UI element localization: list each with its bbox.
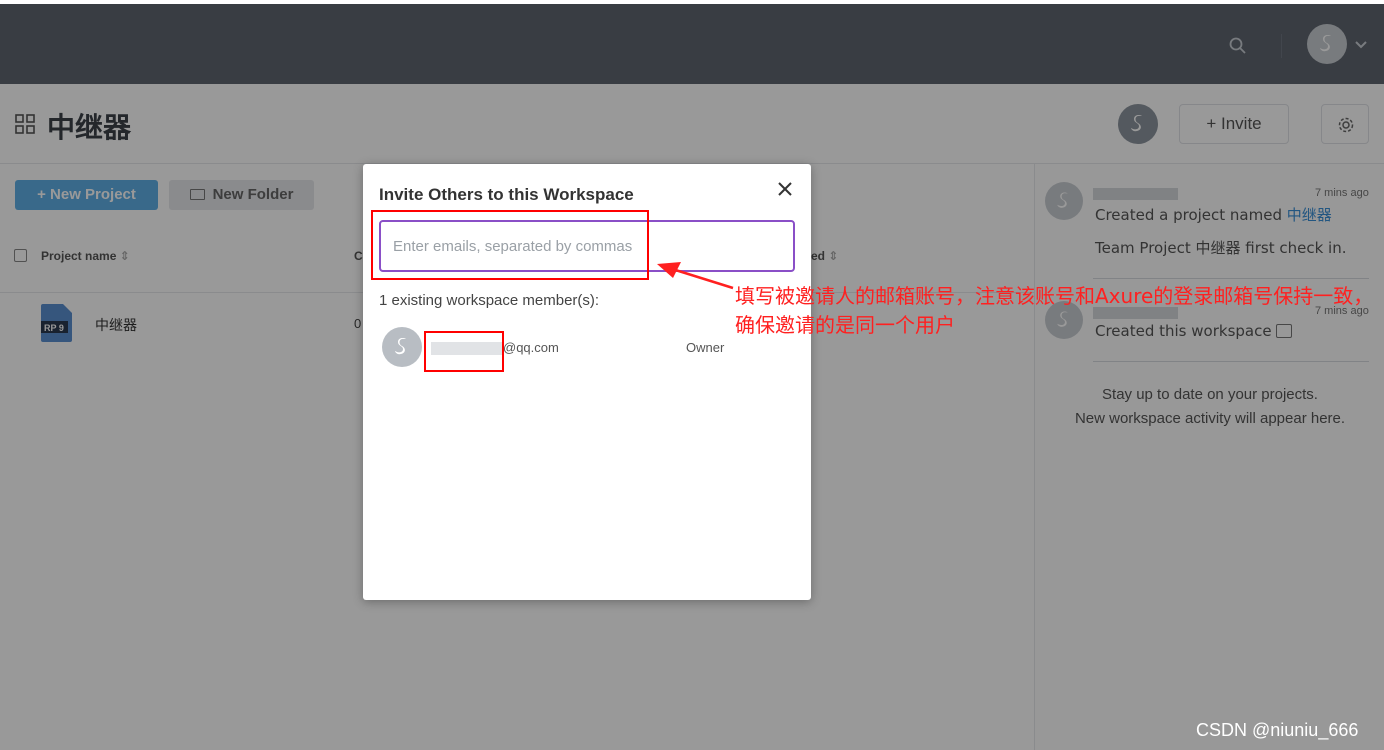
member-avatar xyxy=(382,327,422,367)
annotation-text: 填写被邀请人的邮箱账号，注意该账号和Axure的登录邮箱号保持一致，确保邀请的是… xyxy=(735,284,1374,337)
swan-icon xyxy=(395,338,406,355)
member-role: Owner xyxy=(686,340,725,355)
annotation-arrow-icon xyxy=(657,262,734,290)
member-email: @qq.com xyxy=(503,340,559,355)
watermark: CSDN @niuniu_666 xyxy=(1196,720,1359,740)
annotation-box-input xyxy=(371,210,649,280)
member-count: 1 existing workspace member(s): xyxy=(379,292,600,309)
annotation-box-email xyxy=(424,331,504,372)
close-icon[interactable] xyxy=(777,181,793,197)
modal-title: Invite Others to this Workspace xyxy=(379,185,634,204)
